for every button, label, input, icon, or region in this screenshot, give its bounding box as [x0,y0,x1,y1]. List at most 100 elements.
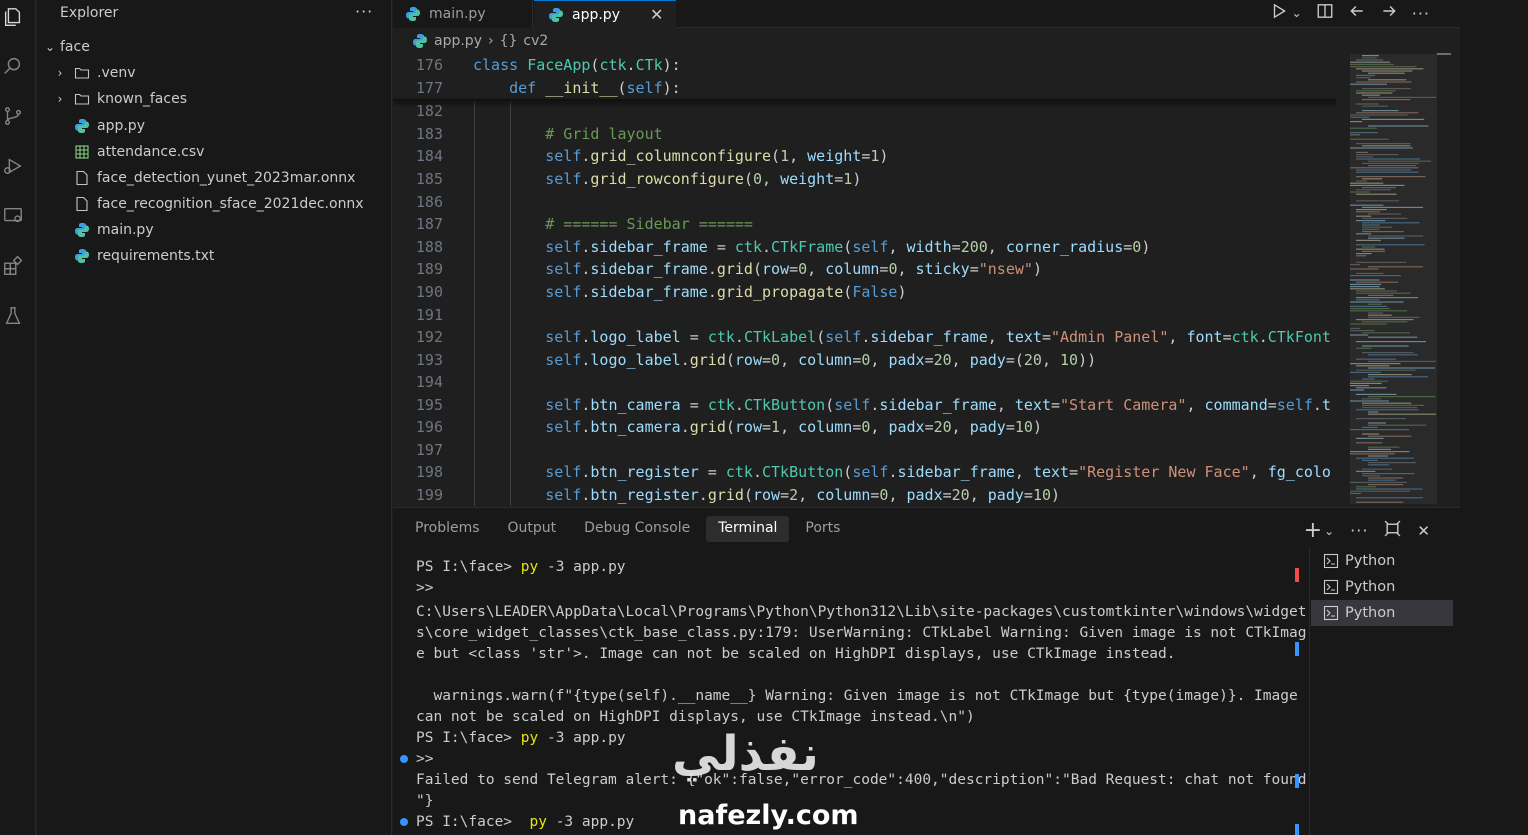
tab-terminal[interactable]: Terminal [706,516,790,542]
terminal-item-label: Python [1345,579,1396,595]
code-line[interactable]: 184 self.grid_columnconfigure(1, weight=… [393,145,1336,167]
more-icon[interactable]: ··· [1350,521,1368,540]
minimap-slider[interactable] [1350,54,1440,504]
code-line[interactable]: 194 [393,371,1336,393]
tree-item-sface-onnx[interactable]: face_recognition_sface_2021dec.onnx [37,191,392,217]
chevron-down-icon[interactable]: ⌄ [1324,524,1334,538]
terminal-scrollbar[interactable] [1293,562,1301,835]
remote-explorer-icon[interactable] [2,205,24,227]
code-line[interactable]: 189 self.sidebar_frame.grid(row=0, colum… [393,258,1336,280]
terminal-item[interactable]: Python [1311,574,1453,600]
arrow-left-icon[interactable] [1348,2,1366,24]
code-line[interactable]: 183 # Grid layout [393,123,1336,145]
code-line[interactable]: 187 # ====== Sidebar ====== [393,213,1336,235]
code-line[interactable]: 190 self.sidebar_frame.grid_propagate(Fa… [393,281,1336,303]
python-icon [406,7,420,21]
testing-icon[interactable] [2,305,24,327]
terminal-line: warnings.warn(f"{type(self).__name__} Wa… [416,688,1298,704]
maximize-panel-icon[interactable] [1384,520,1401,541]
file-icon [73,195,91,213]
tree-item-venv[interactable]: › .venv [37,60,392,86]
breadcrumb-file[interactable]: app.py [434,33,482,49]
code-line[interactable]: 186 [393,191,1336,213]
command-decoration-dot[interactable] [400,755,408,763]
tree-item-label: face_recognition_sface_2021dec.onnx [97,196,364,212]
tree-item-known-faces[interactable]: › known_faces [37,86,392,112]
arrow-right-icon[interactable] [1380,2,1398,24]
run-debug-icon[interactable] [2,155,24,177]
new-terminal-icon[interactable]: + [1304,518,1322,543]
chevron-right-icon: › [57,66,63,80]
explorer-more-icon[interactable]: ··· [355,2,373,21]
line-number: 193 [415,351,443,369]
chevron-down-icon[interactable]: ⌄ [1292,6,1302,20]
line-number: 192 [415,328,443,346]
tab-main-py[interactable]: main.py [393,0,533,28]
terminal-item-selected[interactable]: Python [1311,600,1453,626]
terminal-line: can not be scaled on HighDPI displays, u… [416,709,975,725]
tab-app-py[interactable]: app.py ✕ [534,0,676,28]
code-line[interactable]: 199 self.btn_register.grid(row=2, column… [393,484,1336,506]
extensions-icon[interactable] [2,255,24,277]
tree-item-attendance-csv[interactable]: attendance.csv [37,139,392,165]
terminal-line: >> [416,751,434,767]
tree-item-label: face_detection_yunet_2023mar.onnx [97,170,356,186]
tree-root-label: face [60,39,90,55]
code-text: self.sidebar_frame = ctk.CTkFrame(self, … [545,238,1151,256]
tab-output[interactable]: Output [496,516,569,542]
tree-item-requirements-txt[interactable]: requirements.txt [37,243,392,269]
tree-item-app-py[interactable]: app.py [37,113,392,139]
terminal-item-label: Python [1345,605,1396,621]
close-panel-icon[interactable]: ✕ [1417,522,1430,540]
code-text: # Grid layout [545,125,663,143]
breadcrumb-symbol[interactable]: cv2 [523,33,548,49]
tab-debug-console[interactable]: Debug Console [572,516,702,542]
table-icon [73,143,91,161]
tab-ports[interactable]: Ports [793,516,852,542]
sticky-code-line[interactable]: 177 def __init__(self): [393,77,1336,99]
terminal-line: "} [416,793,434,809]
tab-problems[interactable]: Problems [403,516,492,542]
python-icon [413,34,427,48]
chevron-down-icon: ⌄ [44,40,56,54]
search-icon[interactable] [2,55,24,77]
command-decoration-dot[interactable] [400,818,408,826]
code-line[interactable]: 191 [393,304,1336,326]
code-editor[interactable]: 176 class FaceApp(ctk.CTk): 177 def __init… [393,53,1336,506]
split-editor-icon[interactable] [1316,2,1334,24]
panel-actions: + ⌄ ··· ✕ [1304,518,1430,543]
line-number: 186 [415,193,443,211]
code-line[interactable]: 185 self.grid_rowconfigure(0, weight=1) [393,168,1336,190]
sticky-code-line[interactable]: 176 class FaceApp(ctk.CTk): [393,54,1336,76]
code-text: def __init__(self): [509,79,681,97]
editor-scrollbar[interactable] [1436,53,1452,506]
editor-actions: ⌄ ··· [1270,2,1430,24]
more-icon[interactable]: ··· [1412,4,1430,23]
line-number: 176 [415,56,443,74]
terminal-list: Python Python Python [1309,548,1453,835]
code-text: # ====== Sidebar ====== [545,215,753,233]
code-line[interactable]: 182 [393,100,1336,122]
activity-bar [0,0,36,835]
line-number: 183 [415,125,443,143]
terminal-item[interactable]: Python [1311,548,1453,574]
code-line[interactable]: 193 self.logo_label.grid(row=0, column=0… [393,349,1336,371]
code-line[interactable]: 192 self.logo_label = ctk.CTkLabel(self.… [393,326,1336,348]
watermark-latin: nafezly.com [678,800,859,831]
tree-root-face[interactable]: ⌄ face [37,34,392,60]
code-line[interactable]: 198 self.btn_register = ctk.CTkButton(se… [393,461,1336,483]
code-line[interactable]: 197 [393,439,1336,461]
explorer-icon[interactable] [2,6,24,28]
run-icon[interactable] [1270,2,1288,24]
code-line[interactable]: 196 self.btn_camera.grid(row=1, column=0… [393,416,1336,438]
source-control-icon[interactable] [2,105,24,127]
code-text: self.sidebar_frame.grid(row=0, column=0,… [545,260,1042,278]
panel-tabs: Problems Output Debug Console Terminal P… [393,516,856,542]
close-icon[interactable]: ✕ [650,5,663,24]
tree-item-yunet-onnx[interactable]: face_detection_yunet_2023mar.onnx [37,165,392,191]
line-number: 191 [415,306,443,324]
tree-item-main-py[interactable]: main.py [37,217,392,243]
code-text: self.grid_columnconfigure(1, weight=1) [545,147,889,165]
code-line[interactable]: 188 self.sidebar_frame = ctk.CTkFrame(se… [393,236,1336,258]
code-line[interactable]: 195 self.btn_camera = ctk.CTkButton(self… [393,394,1336,416]
